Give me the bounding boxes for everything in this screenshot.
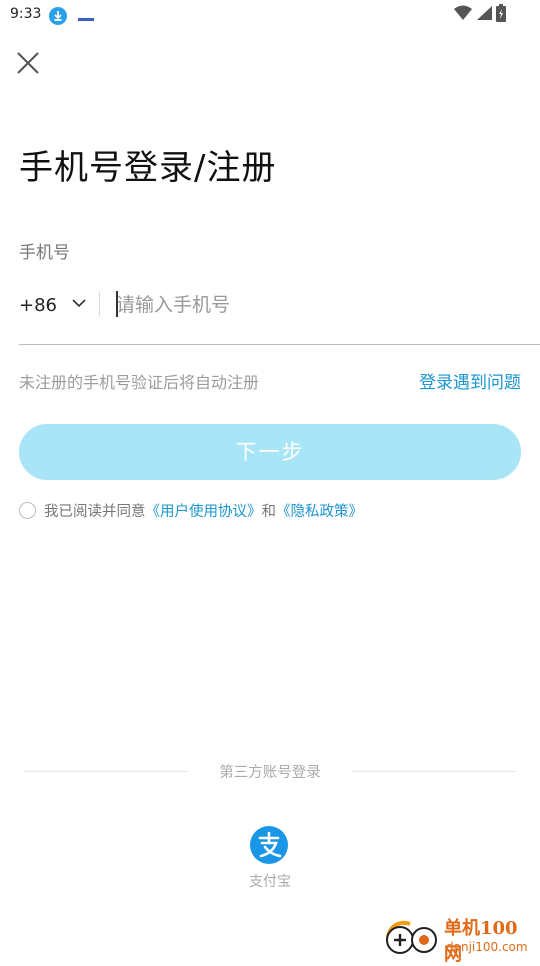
phone-label: 手机号 <box>19 243 70 263</box>
alipay-icon <box>250 826 288 864</box>
page-title: 手机号登录/注册 <box>19 148 277 188</box>
next-button[interactable]: 下一步 <box>19 424 521 480</box>
text-caret <box>116 291 118 317</box>
country-code-select[interactable]: +86 <box>19 290 91 320</box>
close-button[interactable] <box>14 49 42 77</box>
chevron-down-icon <box>71 295 87 315</box>
wifi-icon <box>454 5 472 25</box>
watermark-logo-icon <box>385 920 437 954</box>
agreement-prefix: 我已阅读并同意 <box>44 503 146 520</box>
login-help-link[interactable]: 登录遇到问题 <box>419 368 521 393</box>
register-hint: 未注册的手机号验证后将自动注册 <box>19 373 260 392</box>
agreement-checkbox[interactable] <box>19 501 36 519</box>
watermark: 单机100网 danji100.com <box>382 914 534 965</box>
status-time: 9:33 <box>10 6 42 22</box>
signal-icon <box>476 5 492 25</box>
battery-icon <box>496 4 506 26</box>
third-party-divider: 第三方账号登录 <box>24 760 516 782</box>
status-bar: 9:33 <box>0 0 540 30</box>
alipay-login-button[interactable] <box>250 826 288 864</box>
download-icon <box>49 7 67 25</box>
country-code: +86 <box>19 294 57 316</box>
system-icons <box>454 4 506 26</box>
input-underline <box>19 344 540 345</box>
notification-icon <box>78 9 94 21</box>
terms-link[interactable]: 《用户使用协议》 <box>146 500 262 521</box>
close-icon <box>17 52 39 74</box>
divider <box>99 292 100 316</box>
agreement-row: 我已阅读并同意 《用户使用协议》 和 《隐私政策》 <box>19 499 363 521</box>
agreement-and: 和 <box>261 503 277 520</box>
phone-input[interactable] <box>116 288 526 322</box>
watermark-domain: danji100.com <box>446 940 528 954</box>
privacy-link[interactable]: 《隐私政策》 <box>276 500 363 521</box>
alipay-label: 支付宝 <box>249 874 291 890</box>
divider-line-right <box>352 771 516 772</box>
